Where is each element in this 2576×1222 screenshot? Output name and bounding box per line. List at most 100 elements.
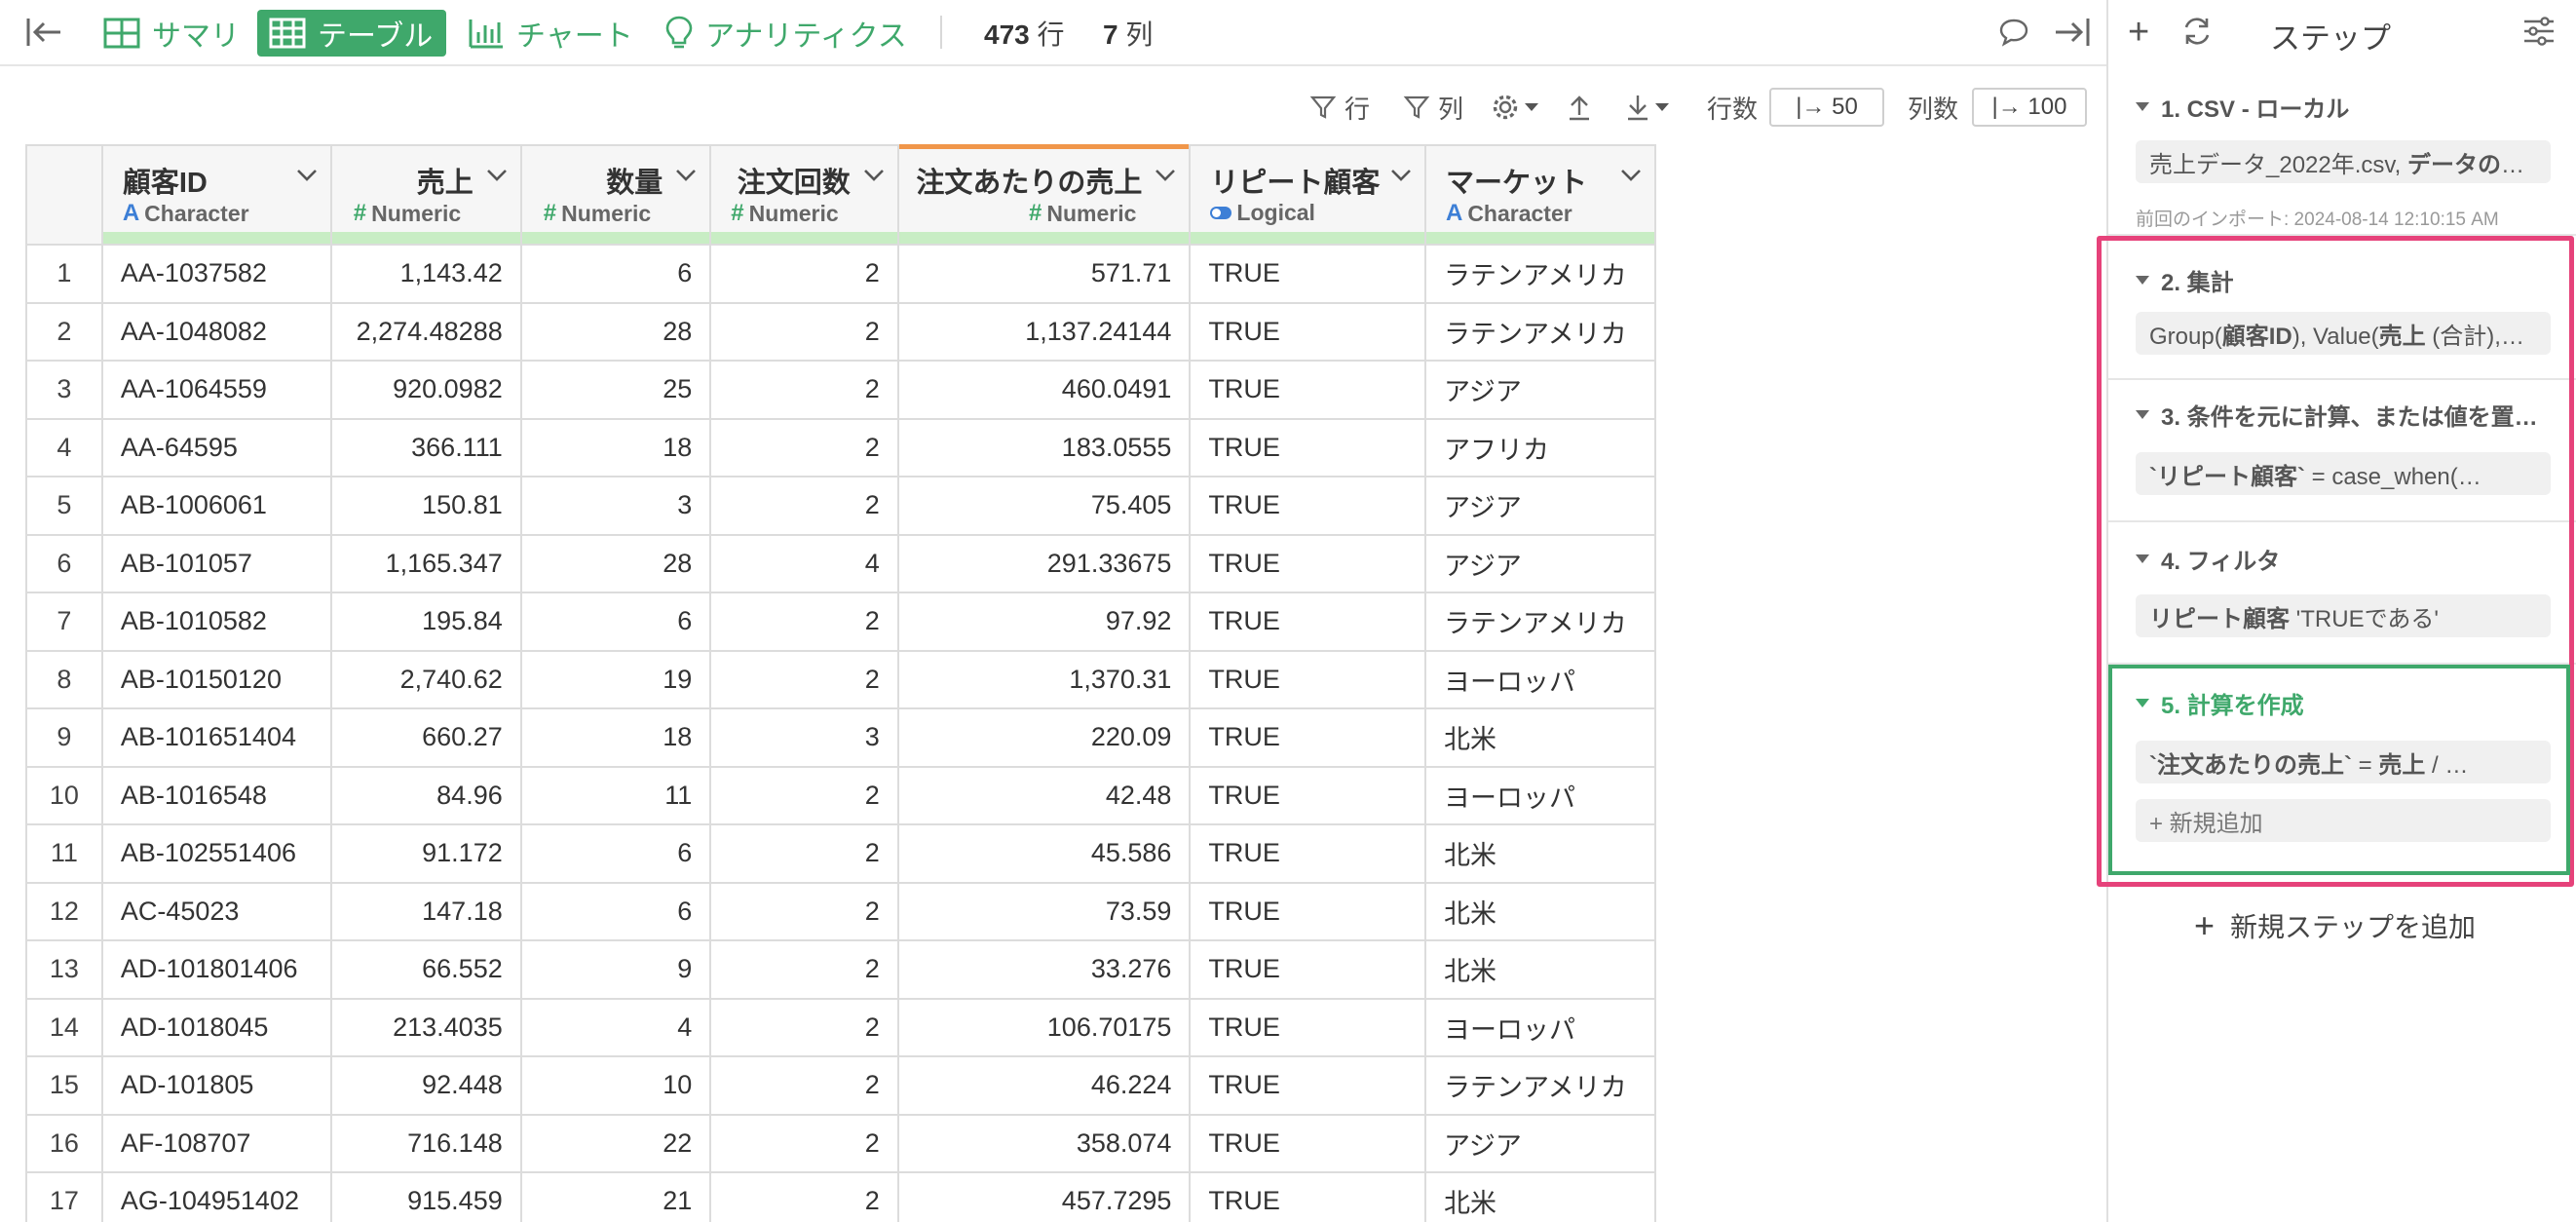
table-cell[interactable]: 11 [519,765,712,825]
table-cell[interactable]: 2 [709,301,899,362]
step-5[interactable]: 5. 計算を作成 `注文あたりの売上` = 売上 / … + 新規追加 [2108,665,2576,875]
table-cell[interactable]: 183.0555 [896,417,1192,477]
table-cell[interactable]: アジア [1423,476,1656,536]
columns-limit-input[interactable]: |→ 100 [1972,88,2087,127]
column-header-order-count[interactable]: 注文回数 # Numeric [709,144,899,246]
column-header-customer-id[interactable]: 顧客ID A Character [100,144,332,246]
table-cell[interactable]: ヨーロッパ [1423,649,1656,709]
table-row[interactable]: 3 AA-1064559 920.0982 25 2 460.0491 TRUE アジア [25,360,1656,420]
table-cell[interactable]: 2 [709,823,899,884]
step-1[interactable]: 1. CSV - ローカル 売上データ_2022年.csv, データの区… 前回… [2108,68,2576,236]
table-cell[interactable]: TRUE [1189,707,1426,768]
table-cell[interactable]: 84.96 [329,765,522,825]
table-cell[interactable]: TRUE [1189,997,1426,1057]
table-cell[interactable]: TRUE [1189,592,1426,652]
table-cell[interactable]: 66.552 [329,939,522,1000]
table-row[interactable]: 2 AA-1048082 2,274.48288 28 2 1,137.24144 TRUE… [25,301,1656,362]
table-cell[interactable]: AB-101057 [100,533,332,593]
step-detail-chip[interactable]: `リピート顧客` = case_when(… [2136,452,2551,495]
table-cell[interactable]: 457.7295 [896,1171,1192,1222]
table-row[interactable]: 16 AF-108707 716.148 22 2 358.074 TRUE アジア [25,1113,1656,1173]
table-cell[interactable]: ヨーロッパ [1423,765,1656,825]
table-cell[interactable]: TRUE [1189,301,1426,362]
table-cell[interactable]: AB-101651404 [100,707,332,768]
table-cell[interactable]: 220.09 [896,707,1192,768]
step-detail-chip[interactable]: `注文あたりの売上` = 売上 / … [2136,741,2551,783]
table-cell[interactable]: 92.448 [329,1055,522,1116]
refresh-icon[interactable] [2180,15,2214,48]
table-cell[interactable]: 2 [709,592,899,652]
table-cell[interactable]: TRUE [1189,360,1426,420]
table-row[interactable]: 17 AG-104951402 915.459 21 2 457.7295 TRUE 北米 [25,1171,1656,1222]
table-cell[interactable]: TRUE [1189,765,1426,825]
table-cell[interactable]: TRUE [1189,1055,1426,1116]
table-cell[interactable]: 4 [709,533,899,593]
step-2[interactable]: 2. 集計 Group(顧客ID), Value(売上 (合計),数… [2108,238,2576,380]
table-cell[interactable]: 25 [519,360,712,420]
column-header-sales-per-order[interactable]: 注文あたりの売上 # Numeric [896,144,1192,246]
table-cell[interactable]: TRUE [1189,476,1426,536]
table-row[interactable]: 7 AB-1010582 195.84 6 2 97.92 TRUE ラテンアメリカ [25,592,1656,652]
table-cell[interactable]: TRUE [1189,649,1426,709]
table-cell[interactable]: 1,370.31 [896,649,1192,709]
chevron-down-icon[interactable] [1154,168,1177,183]
sliders-settings-icon[interactable] [2521,15,2557,48]
step-4[interactable]: 4. フィルタ リピート顧客 'TRUEである' [2108,522,2576,665]
table-cell[interactable]: 2,740.62 [329,649,522,709]
table-cell[interactable]: 213.4035 [329,997,522,1057]
table-cell[interactable]: 42.48 [896,765,1192,825]
add-new-button[interactable]: + 新規追加 [2136,799,2551,842]
chevron-down-icon[interactable] [674,168,698,183]
table-row[interactable]: 1 AA-1037582 1,143.42 6 2 571.71 TRUE ラテンアメリカ [25,244,1656,304]
table-row[interactable]: 6 AB-101057 1,165.347 28 4 291.33675 TRUE アジア [25,533,1656,593]
table-cell[interactable]: 2 [709,476,899,536]
table-cell[interactable]: 2 [709,939,899,1000]
table-cell[interactable]: ラテンアメリカ [1423,592,1656,652]
rows-limit-input[interactable]: |→ 50 [1769,88,1884,127]
table-cell[interactable]: TRUE [1189,823,1426,884]
table-cell[interactable]: ラテンアメリカ [1423,244,1656,304]
add-new-step-button[interactable]: + 新規ステップを追加 [2194,906,2476,945]
table-settings-button[interactable] [1491,88,1539,127]
table-cell[interactable]: ラテンアメリカ [1423,301,1656,362]
table-cell[interactable]: AB-1010582 [100,592,332,652]
table-cell[interactable]: 75.405 [896,476,1192,536]
table-cell[interactable]: 97.92 [896,592,1192,652]
table-cell[interactable]: 2 [709,417,899,477]
comment-icon[interactable] [1997,16,2030,49]
upload-button[interactable] [1567,88,1592,127]
table-cell[interactable]: 北米 [1423,881,1656,941]
table-row[interactable]: 11 AB-102551406 91.172 6 2 45.586 TRUE 北米 [25,823,1656,884]
table-cell[interactable]: AA-1064559 [100,360,332,420]
table-cell[interactable]: AD-101805 [100,1055,332,1116]
table-cell[interactable]: 2,274.48288 [329,301,522,362]
table-row[interactable]: 9 AB-101651404 660.27 18 3 220.09 TRUE 北米 [25,707,1656,768]
table-cell[interactable]: アジア [1423,1113,1656,1173]
table-cell[interactable]: AA-64595 [100,417,332,477]
table-cell[interactable]: 21 [519,1171,712,1222]
table-cell[interactable]: 2 [709,997,899,1057]
table-cell[interactable]: AD-1018045 [100,997,332,1057]
table-cell[interactable]: 2 [709,1171,899,1222]
table-cell[interactable]: 660.27 [329,707,522,768]
column-header-sales[interactable]: 売上 # Numeric [329,144,522,246]
chevron-down-icon[interactable] [862,168,886,183]
table-cell[interactable]: 147.18 [329,881,522,941]
table-cell[interactable]: AF-108707 [100,1113,332,1173]
table-cell[interactable]: 46.224 [896,1055,1192,1116]
table-cell[interactable]: 920.0982 [329,360,522,420]
table-cell[interactable]: AA-1048082 [100,301,332,362]
table-cell[interactable]: AB-1016548 [100,765,332,825]
table-cell[interactable]: 716.148 [329,1113,522,1173]
table-cell[interactable]: 45.586 [896,823,1192,884]
table-cell[interactable]: AC-45023 [100,881,332,941]
table-row[interactable]: 5 AB-1006061 150.81 3 2 75.405 TRUE アジア [25,476,1656,536]
step-3[interactable]: 3. 条件を元に計算、または値を置… `リピート顧客` = case_when(… [2108,380,2576,522]
table-cell[interactable]: 6 [519,823,712,884]
table-cell[interactable]: 571.71 [896,244,1192,304]
chevron-down-icon[interactable] [485,168,509,183]
table-cell[interactable]: AB-1006061 [100,476,332,536]
filter-columns-button[interactable]: 列 [1403,88,1463,127]
filter-rows-button[interactable]: 行 [1309,88,1370,127]
table-cell[interactable]: 9 [519,939,712,1000]
